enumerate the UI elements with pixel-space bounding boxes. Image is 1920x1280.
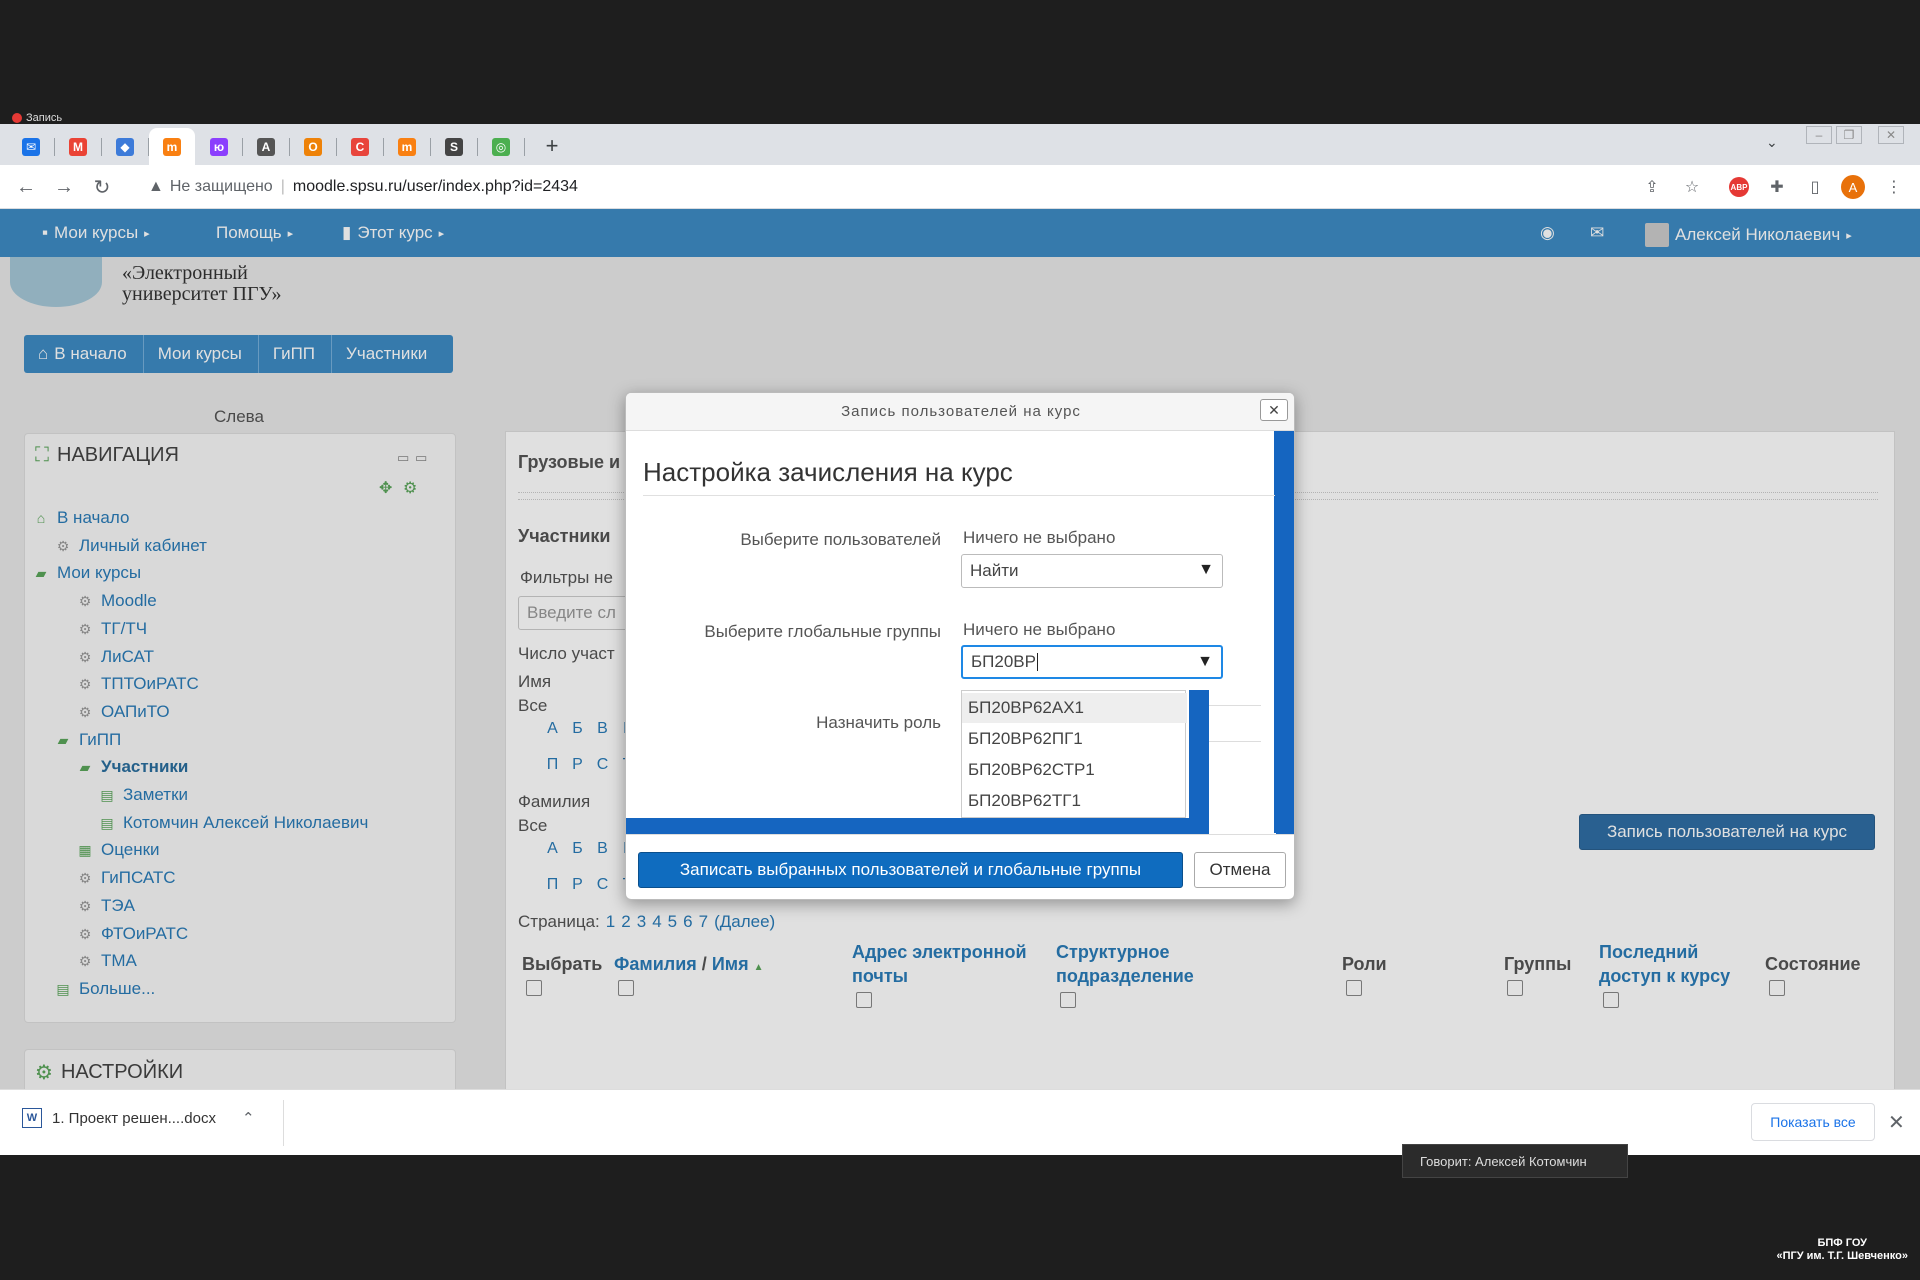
script-icon: S (445, 137, 463, 156)
forward-icon[interactable]: → (50, 173, 78, 201)
browser-tab[interactable]: C (337, 128, 384, 165)
menu-kebab-icon[interactable]: ⋮ (1882, 175, 1906, 199)
download-separator (283, 1100, 284, 1146)
extensions-puzzle-icon[interactable]: ✚ (1765, 175, 1789, 199)
cancel-button[interactable]: Отмена (1194, 852, 1286, 888)
find-users-select[interactable]: Найти ▼ (961, 554, 1223, 588)
shield-icon: ◆ (116, 137, 134, 156)
profile-avatar[interactable]: A (1841, 175, 1865, 199)
yoomoney-icon: ю (210, 137, 228, 156)
bookmark-star-icon[interactable]: ☆ (1680, 175, 1704, 199)
select-users-label: Выберите пользователей (740, 530, 941, 549)
enrol-dialog: Запись пользователей на курс ✕ Настройка… (625, 392, 1295, 900)
moodle2-icon: m (398, 137, 416, 156)
translate-icon: A (257, 137, 275, 156)
chevron-up-icon[interactable]: ⌃ (242, 1109, 255, 1127)
download-item[interactable]: W 1. Проект решен....docx ⌃ (22, 1108, 255, 1128)
close-window-button[interactable]: ✕ (1878, 126, 1904, 144)
record-dot-icon (12, 113, 22, 123)
watermark-line2: «ПГУ им. Т.Г. Шевченко» (1776, 1250, 1908, 1262)
browser-tab[interactable]: A (243, 128, 290, 165)
close-download-bar-icon[interactable]: ✕ (1888, 1110, 1905, 1135)
dialog-close-button[interactable]: ✕ (1260, 399, 1288, 421)
global-groups-input[interactable]: БП20ВР ▼ (961, 645, 1223, 679)
ok-icon: О (304, 137, 322, 156)
browser-tab[interactable]: S (431, 128, 478, 165)
tab-search-chevron-icon[interactable]: ⌄ (1766, 134, 1778, 151)
dropdown-arrow-icon: ▼ (1198, 561, 1214, 578)
dropdown-option[interactable]: БП20ВР62ТГ1 (962, 786, 1187, 816)
dropdown-option[interactable]: БП20ВР62СТР1 (962, 755, 1187, 785)
word-file-icon: W (22, 1108, 42, 1128)
moodle-icon: m (163, 137, 181, 156)
mail-icon: ✉ (22, 137, 40, 156)
globe-icon: ◎ (492, 137, 510, 156)
browser-window: ✉ M ◆ m ю A О Cm S ◎ + ⌄ – ❐ ✕ ← → ↻ ▲ Не защищен… (0, 124, 1920, 1155)
share-icon[interactable]: ⇪ (1640, 175, 1664, 199)
browser-tab[interactable]: ю (196, 128, 243, 165)
minimize-button[interactable]: – (1806, 126, 1832, 144)
find-users-value: Найти (970, 561, 1019, 580)
browser-tab[interactable]: M (55, 128, 102, 165)
browser-tab[interactable]: m (149, 128, 195, 165)
dropdown-option[interactable]: БП20ВР62ПГ1 (962, 724, 1187, 754)
new-tab-button[interactable]: + (538, 132, 566, 160)
show-all-downloads-button[interactable]: Показать все (1751, 1103, 1875, 1141)
warning-icon: ▲ (148, 178, 164, 195)
security-label: Не защищено (169, 178, 273, 195)
global-groups-note: Ничего не выбрано (963, 620, 1116, 639)
address-bar[interactable]: ▲ Не защищено | moodle.spsu.ru/user/inde… (136, 170, 1636, 204)
tab-strip: ✉ M ◆ m ю A О Cm S ◎ + ⌄ – ❐ ✕ (0, 124, 1920, 165)
enrol-selected-button[interactable]: Записать выбранных пользователей и глоба… (638, 852, 1183, 888)
address-separator: | (280, 178, 285, 195)
dialog-title: Настройка зачисления на курс (643, 457, 1013, 487)
browser-toolbar: ← → ↻ ▲ Не защищено | moodle.spsu.ru/use… (0, 165, 1920, 209)
text-cursor (1036, 653, 1038, 671)
select-users-note: Ничего не выбрано (963, 528, 1116, 547)
browser-tab[interactable]: О (290, 128, 337, 165)
watermark: БПФ ГОУ «ПГУ им. Т.Г. Шевченко» (1776, 1237, 1908, 1263)
dropdown-option[interactable]: БП20ВР62АХ1 (962, 693, 1187, 723)
recording-indicator: Запись (12, 112, 62, 124)
gmail-icon: M (69, 137, 87, 156)
dialog-footer-divider (626, 834, 1294, 835)
dropdown-scrollbar[interactable] (1189, 690, 1209, 834)
recording-label: Запись (26, 112, 63, 124)
tab-separator (524, 138, 525, 156)
maximize-button[interactable]: ❐ (1836, 126, 1862, 144)
speaking-indicator: Говорит: Алексей Котомчин (1402, 1144, 1628, 1178)
back-icon[interactable]: ← (12, 173, 40, 201)
adblock-icon[interactable]: ABP (1727, 175, 1751, 199)
dialog-divider (643, 495, 1275, 496)
c-icon: C (351, 137, 369, 156)
role-label: Назначить роль (816, 713, 941, 732)
dropdown-arrow-icon: ▼ (1197, 653, 1213, 670)
download-bar: W 1. Проект решен....docx ⌃ Показать все… (0, 1089, 1920, 1155)
browser-tab[interactable]: ✉ (8, 128, 55, 165)
url-text: moodle.spsu.ru/user/index.php?id=2434 (292, 178, 578, 195)
watermark-line1: БПФ ГОУ (1817, 1237, 1867, 1249)
scrollbar-corner (1276, 818, 1294, 834)
dialog-scrollbar[interactable] (1274, 431, 1294, 833)
global-groups-dropdown: БП20ВР62АХ1 БП20ВР62ПГ1 БП20ВР62СТР1 БП2… (961, 690, 1187, 818)
line (1201, 705, 1261, 706)
browser-tab[interactable]: m (384, 128, 431, 165)
side-panel-icon[interactable]: ▯ (1803, 175, 1827, 199)
global-groups-label: Выберите глобальные группы (704, 622, 941, 641)
horizontal-scrollbar[interactable] (626, 818, 1209, 834)
dialog-header: Запись пользователей на курс (626, 393, 1294, 431)
browser-tab[interactable]: ◎ (478, 128, 525, 165)
screen: Запись ✉ M ◆ m ю A О Cm S ◎ + ⌄ – ❐ ✕ ← → ↻ ▲ Не … (0, 0, 1920, 1280)
global-groups-value: БП20ВР (971, 652, 1036, 671)
line (1201, 741, 1261, 742)
reload-icon[interactable]: ↻ (88, 173, 116, 201)
browser-tab[interactable]: ◆ (102, 128, 149, 165)
download-filename: 1. Проект решен....docx (52, 1109, 216, 1127)
